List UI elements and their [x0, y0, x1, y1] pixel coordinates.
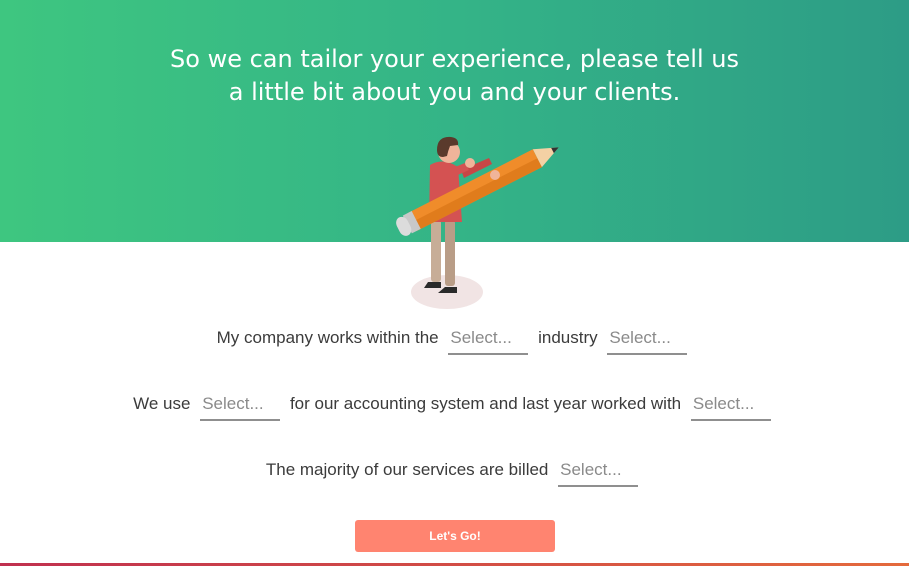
industry-sentence: My company works within the Select... in…: [0, 327, 909, 355]
billing-frequency-select[interactable]: Select...: [558, 459, 639, 487]
lets-go-button[interactable]: Let's Go!: [355, 520, 555, 552]
industry-type-select[interactable]: Select...: [448, 327, 529, 355]
we-use-label: We use: [133, 394, 191, 413]
accounting-system-select[interactable]: Select...: [200, 393, 281, 421]
hero-title-line-2: a little bit about you and your clients.: [228, 78, 681, 106]
billing-label: The majority of our services are billed: [265, 460, 549, 479]
hero-title: So we can tailor your experience, please…: [0, 43, 909, 109]
industry-label: My company works within the: [216, 328, 439, 347]
industry-select[interactable]: Select...: [607, 327, 688, 355]
hero-title-line-1: So we can tailor your experience, please…: [170, 45, 739, 73]
clients-count-select[interactable]: Select...: [690, 393, 771, 421]
accounting-sentence: We use Select... for our accounting syst…: [0, 393, 909, 421]
person-holding-pencil-illustration: [396, 136, 559, 309]
accounting-system-label: for our accounting system and last year …: [289, 394, 682, 413]
industry-word: industry: [538, 328, 598, 347]
billing-sentence: The majority of our services are billed …: [0, 459, 909, 487]
